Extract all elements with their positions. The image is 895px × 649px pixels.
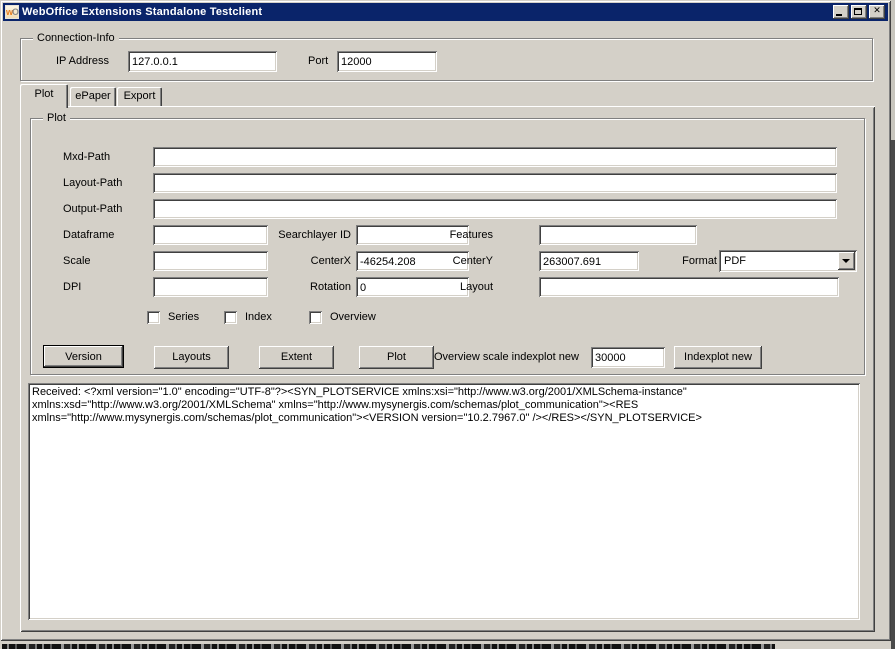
index-checkbox-label: Index [245, 311, 272, 323]
scale-input[interactable] [153, 251, 268, 271]
indexplot-new-button[interactable]: Indexplot new [674, 346, 762, 369]
connection-info-group: Connection-Info IP Address Port [20, 38, 873, 81]
tab-export[interactable]: Export [117, 87, 162, 106]
connection-info-group-label: Connection-Info [33, 32, 119, 45]
searchlayer-id-label: Searchlayer ID [261, 229, 351, 242]
port-input[interactable] [337, 51, 437, 72]
dataframe-label: Dataframe [63, 229, 114, 242]
format-dropdown-arrow-icon[interactable] [838, 252, 855, 270]
window-controls: ✕ [833, 5, 885, 19]
background-window-clipped-text [2, 644, 775, 649]
features-input[interactable] [539, 225, 697, 245]
layout-path-input[interactable] [153, 173, 837, 193]
response-log-line: Received: <?xml version="1.0" encoding="… [32, 386, 856, 399]
response-log-line: xmlns="http://www.mysynergis.com/schemas… [32, 412, 856, 425]
plot-group-label: Plot [43, 112, 70, 125]
layout-path-label: Layout-Path [63, 177, 122, 190]
layouts-button[interactable]: Layouts [154, 346, 229, 369]
port-label: Port [308, 55, 328, 68]
background-right-edge [891, 0, 895, 649]
format-selected-value: PDF [724, 255, 746, 267]
plot-button[interactable]: Plot [359, 346, 434, 369]
close-icon: ✕ [869, 5, 885, 19]
mxd-path-label: Mxd-Path [63, 151, 110, 164]
scale-label: Scale [63, 255, 91, 268]
output-path-input[interactable] [153, 199, 837, 219]
series-checkbox[interactable] [147, 311, 160, 324]
background-window-strip [0, 641, 895, 649]
output-path-label: Output-Path [63, 203, 122, 216]
tab-epaper[interactable]: ePaper [70, 87, 116, 106]
ip-address-label: IP Address [56, 55, 109, 68]
dataframe-input[interactable] [153, 225, 268, 245]
maximize-icon [854, 8, 862, 15]
app-window: wO WebOffice Extensions Standalone Testc… [0, 0, 891, 641]
rotation-label: Rotation [261, 281, 351, 294]
overview-checkbox-group: Overview [309, 310, 376, 324]
index-checkbox[interactable] [224, 311, 237, 324]
layout-input[interactable] [539, 277, 839, 297]
maximize-button[interactable] [851, 5, 867, 19]
features-label: Features [438, 229, 493, 242]
response-log[interactable]: Received: <?xml version="1.0" encoding="… [28, 383, 860, 620]
version-button[interactable]: Version [43, 345, 124, 368]
app-icon-letter2: O [12, 7, 18, 17]
tab-plot[interactable]: Plot [20, 84, 68, 108]
overview-checkbox-label: Overview [330, 311, 376, 323]
series-checkbox-label: Series [168, 311, 199, 323]
window-title: WebOffice Extensions Standalone Testclie… [22, 6, 833, 18]
layout-label: Layout [438, 281, 493, 294]
format-label: Format [647, 255, 717, 268]
index-checkbox-group: Index [224, 310, 272, 324]
titlebar[interactable]: wO WebOffice Extensions Standalone Testc… [3, 3, 888, 21]
center-y-label: CenterY [438, 255, 493, 268]
series-checkbox-group: Series [147, 310, 199, 324]
ip-address-input[interactable] [128, 51, 277, 72]
center-y-input[interactable] [539, 251, 639, 271]
overview-scale-input[interactable] [591, 347, 665, 368]
app-icon: wO [5, 5, 19, 19]
overview-scale-label: Overview scale indexplot new [434, 351, 579, 364]
dpi-input[interactable] [153, 277, 268, 297]
overview-checkbox[interactable] [309, 311, 322, 324]
plot-group: Plot Mxd-Path Layout-Path Output-Path Da… [30, 118, 865, 375]
dpi-label: DPI [63, 281, 81, 294]
center-x-label: CenterX [261, 255, 351, 268]
minimize-icon [836, 14, 842, 16]
close-button[interactable]: ✕ [869, 5, 885, 19]
extent-button[interactable]: Extent [259, 346, 334, 369]
mxd-path-input[interactable] [153, 147, 837, 167]
format-select[interactable]: PDF [719, 250, 857, 272]
minimize-button[interactable] [833, 5, 849, 19]
response-log-line: xmlns:xsd="http://www.w3.org/2001/XMLSch… [32, 399, 856, 412]
